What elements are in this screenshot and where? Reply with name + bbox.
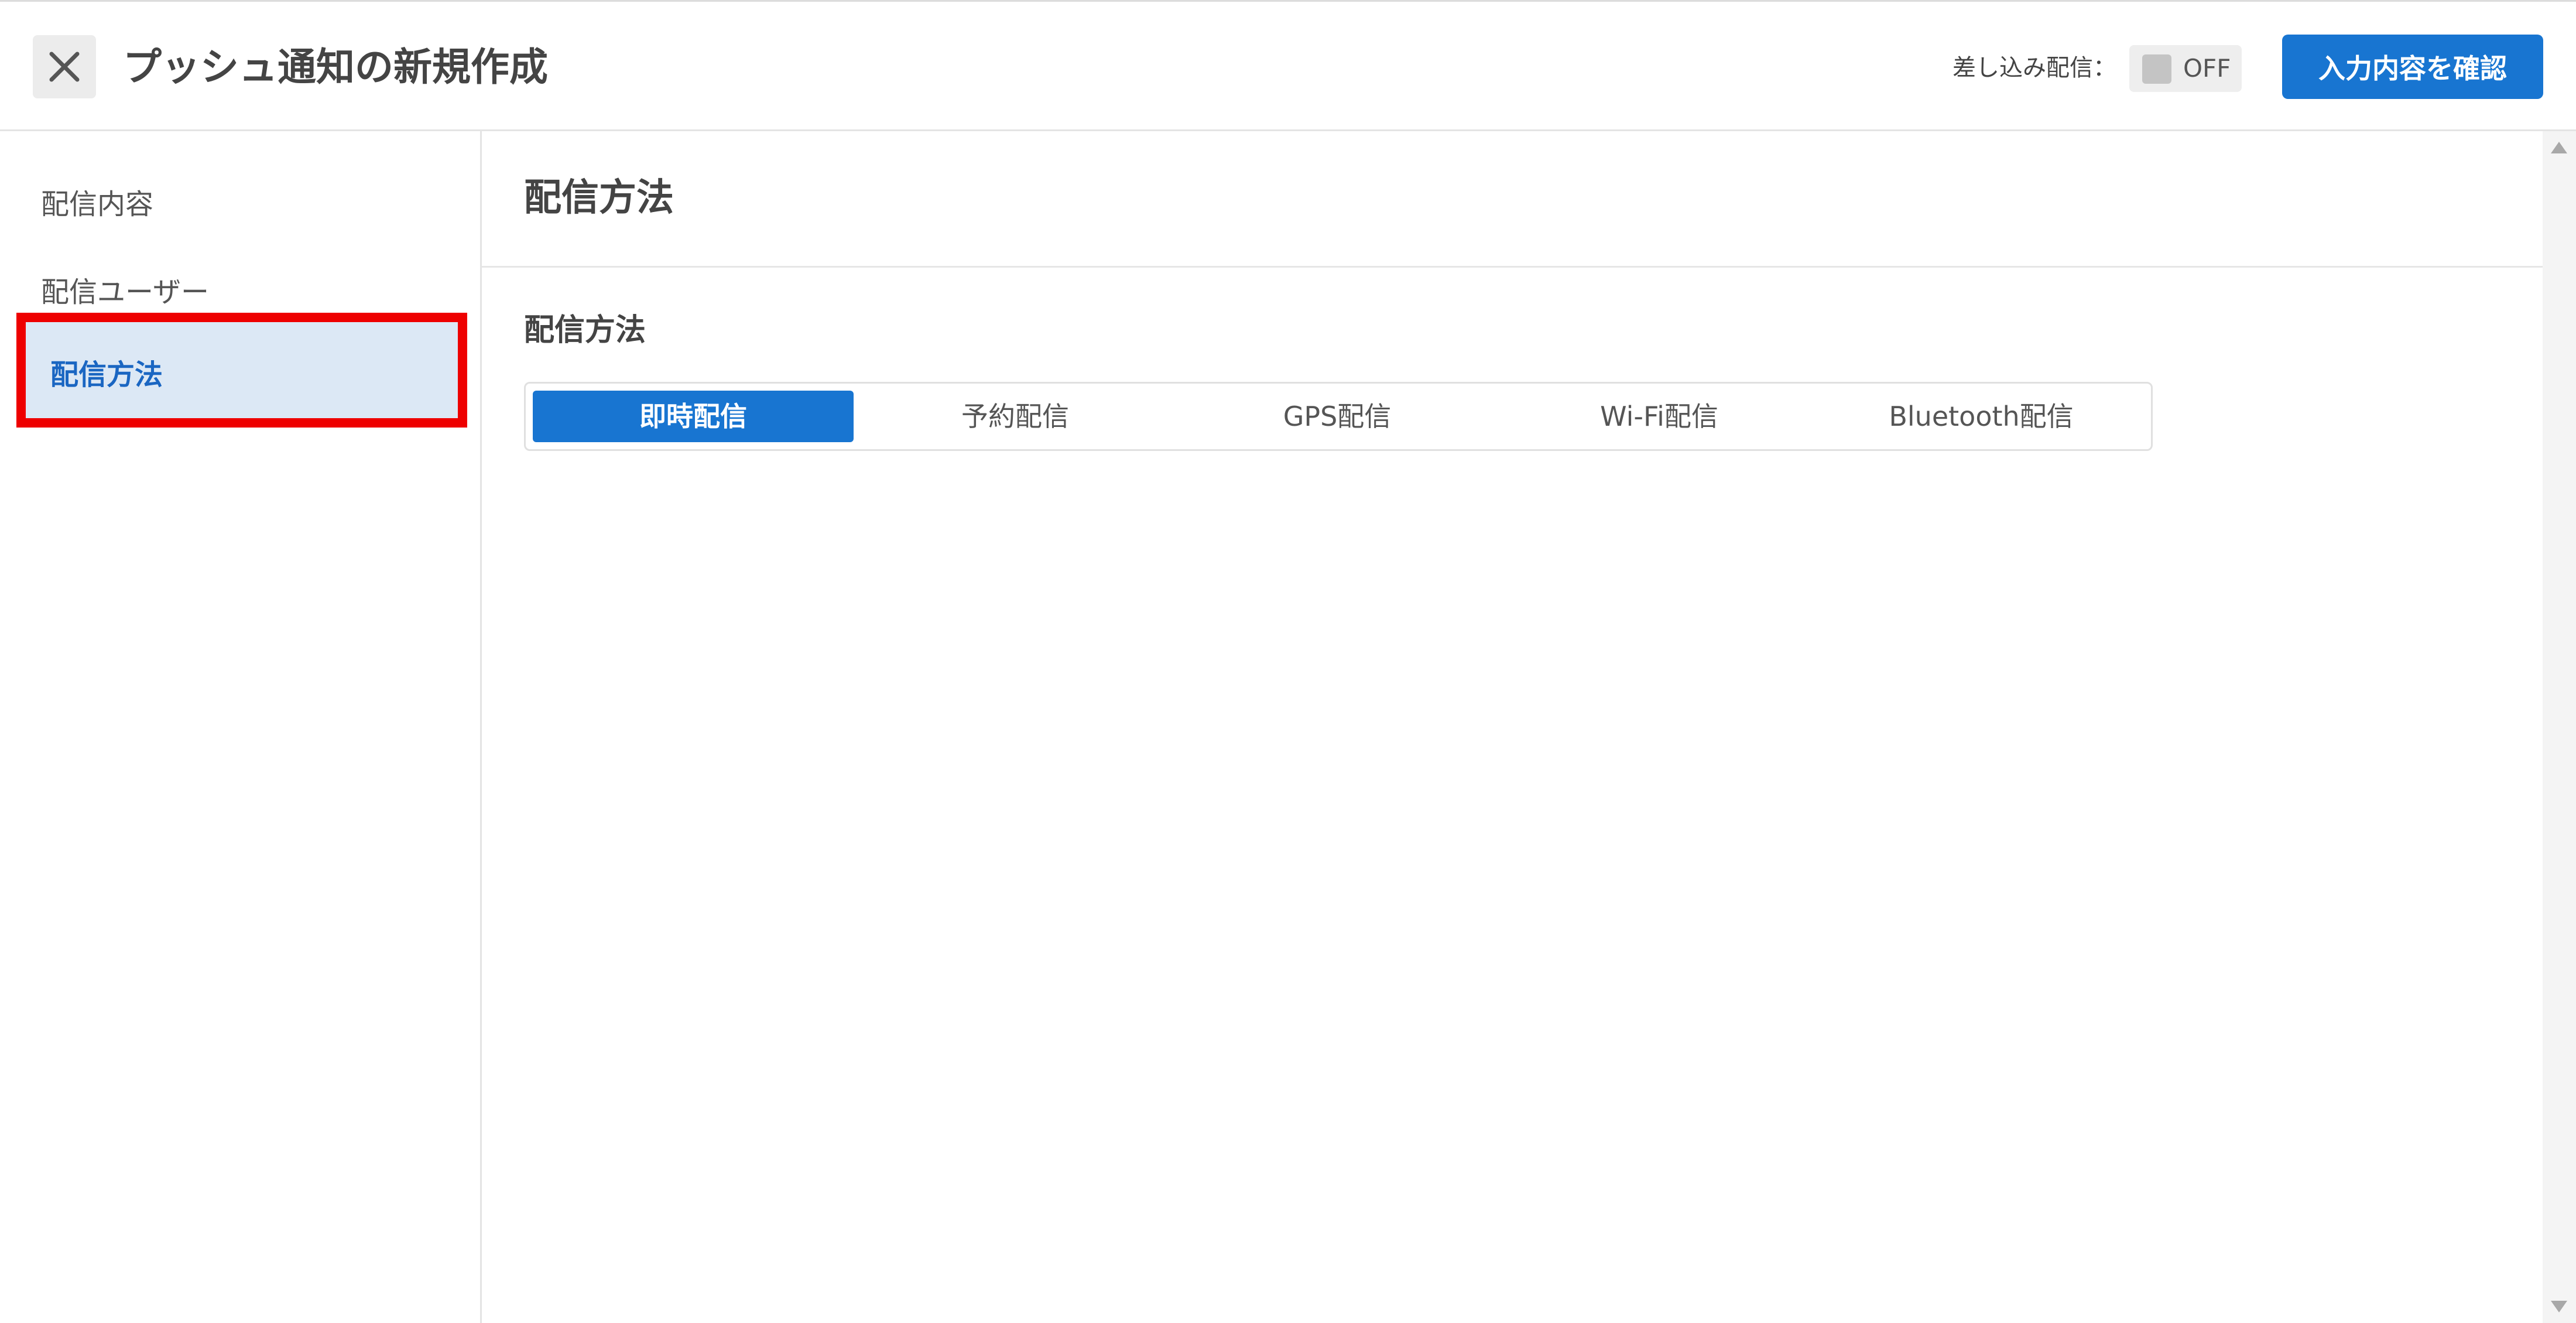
main-panel: 配信方法 配信方法 即時配信 予約配信 GPS配信 Wi-Fi配信 Blueto… — [482, 131, 2543, 1323]
method-option-wifi[interactable]: Wi-Fi配信 — [1499, 391, 1820, 442]
merge-delivery-label: 差し込み配信： — [1952, 54, 2116, 81]
scroll-up-arrow-icon[interactable] — [2551, 142, 2567, 153]
method-option-immediate[interactable]: 即時配信 — [533, 391, 854, 442]
header: プッシュ通知の新規作成 差し込み配信： OFF 入力内容を確認 — [0, 0, 2576, 131]
page-title: プッシュ通知の新規作成 — [123, 45, 548, 90]
sidebar-item-content[interactable]: 配信内容 — [0, 166, 480, 242]
merge-delivery-toggle[interactable]: OFF — [2129, 45, 2242, 92]
delivery-method-segmented-control: 即時配信 予約配信 GPS配信 Wi-Fi配信 Bluetooth配信 — [524, 382, 2153, 451]
sidebar-item-method[interactable]: 配信方法 — [16, 313, 467, 428]
sidebar: 配信内容 配信ユーザー 配信方法 — [0, 131, 482, 1323]
section-heading: 配信方法 — [524, 176, 674, 220]
confirm-input-button[interactable]: 入力内容を確認 — [2282, 35, 2543, 99]
toggle-state-label: OFF — [2183, 54, 2231, 83]
close-button[interactable] — [33, 35, 96, 98]
delivery-method-label: 配信方法 — [524, 313, 646, 348]
close-icon — [49, 52, 80, 82]
method-option-scheduled[interactable]: 予約配信 — [855, 391, 1176, 442]
method-option-gps[interactable]: GPS配信 — [1177, 391, 1498, 442]
toggle-knob — [2142, 54, 2171, 84]
scroll-down-arrow-icon[interactable] — [2551, 1301, 2567, 1312]
divider — [482, 266, 2543, 268]
vertical-scrollbar[interactable] — [2543, 131, 2576, 1323]
method-option-bluetooth[interactable]: Bluetooth配信 — [1821, 391, 2142, 442]
